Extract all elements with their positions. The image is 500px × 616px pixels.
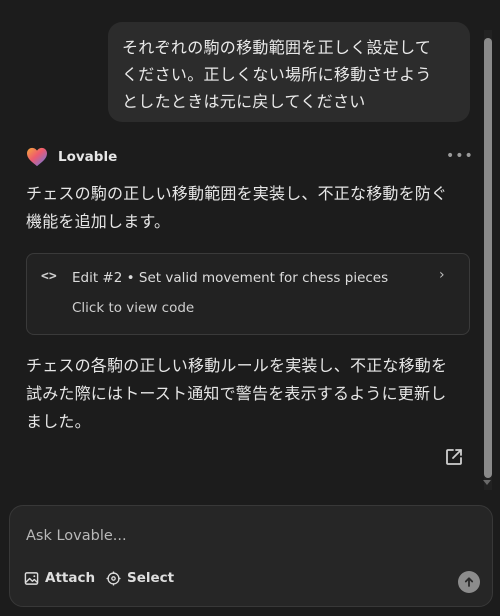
- external-link-icon[interactable]: [444, 447, 464, 467]
- chat-panel: それぞれの駒の移動範囲を正しく設定して ください。正しくない場所に移動させよう …: [0, 0, 500, 616]
- user-message-line: それぞれの駒の移動範囲を正しく設定して: [122, 38, 432, 57]
- chevron-right-icon[interactable]: ›: [439, 267, 445, 283]
- lovable-heart-icon: [27, 147, 47, 167]
- edit-card-title: Edit #2 • Set valid movement for chess p…: [72, 270, 389, 286]
- chat-input[interactable]: [26, 524, 466, 548]
- assistant-summary-line: 試みた際にはトースト通知で警告を表示するように更新し: [26, 384, 447, 403]
- assistant-summary-line: ました。: [26, 412, 91, 431]
- select-button[interactable]: Select: [106, 570, 174, 586]
- user-message-line: ください。正しくない場所に移動させよう: [122, 65, 432, 84]
- attach-button[interactable]: Attach: [24, 570, 95, 586]
- attach-label: Attach: [45, 570, 96, 586]
- assistant-intro: チェスの駒の正しい移動範囲を実装し、不正な移動を防ぐ 機能を追加します。: [26, 180, 472, 236]
- scrollbar-thumb[interactable]: [484, 38, 492, 478]
- edit-card-subtitle[interactable]: Click to view code: [72, 300, 194, 316]
- more-horizontal-icon[interactable]: •••: [446, 148, 474, 164]
- user-message-line: としたときは元に戻してください: [122, 92, 366, 111]
- assistant-intro-line: 機能を追加します。: [26, 212, 171, 231]
- chat-composer: Attach Select: [9, 505, 493, 607]
- arrow-up-icon: [464, 577, 474, 587]
- assistant-intro-line: チェスの駒の正しい移動範囲を実装し、不正な移動を防ぐ: [26, 184, 448, 203]
- assistant-name: Lovable: [58, 149, 118, 165]
- select-label: Select: [127, 570, 175, 586]
- scroll-down-arrow-icon[interactable]: [483, 480, 491, 485]
- assistant-summary: チェスの各駒の正しい移動ルールを実装し、不正な移動を 試みた際にはトースト通知で…: [26, 352, 472, 436]
- assistant-summary-line: チェスの各駒の正しい移動ルールを実装し、不正な移動を: [26, 356, 448, 375]
- image-icon: [24, 571, 39, 585]
- code-icon: <>: [41, 269, 57, 284]
- assistant-header: Lovable: [26, 146, 117, 168]
- crosshair-icon: [106, 570, 121, 586]
- user-message: それぞれの駒の移動範囲を正しく設定して ください。正しくない場所に移動させよう …: [108, 22, 470, 122]
- send-button[interactable]: [458, 571, 480, 593]
- edit-card[interactable]: <> Edit #2 • Set valid movement for ches…: [26, 253, 470, 335]
